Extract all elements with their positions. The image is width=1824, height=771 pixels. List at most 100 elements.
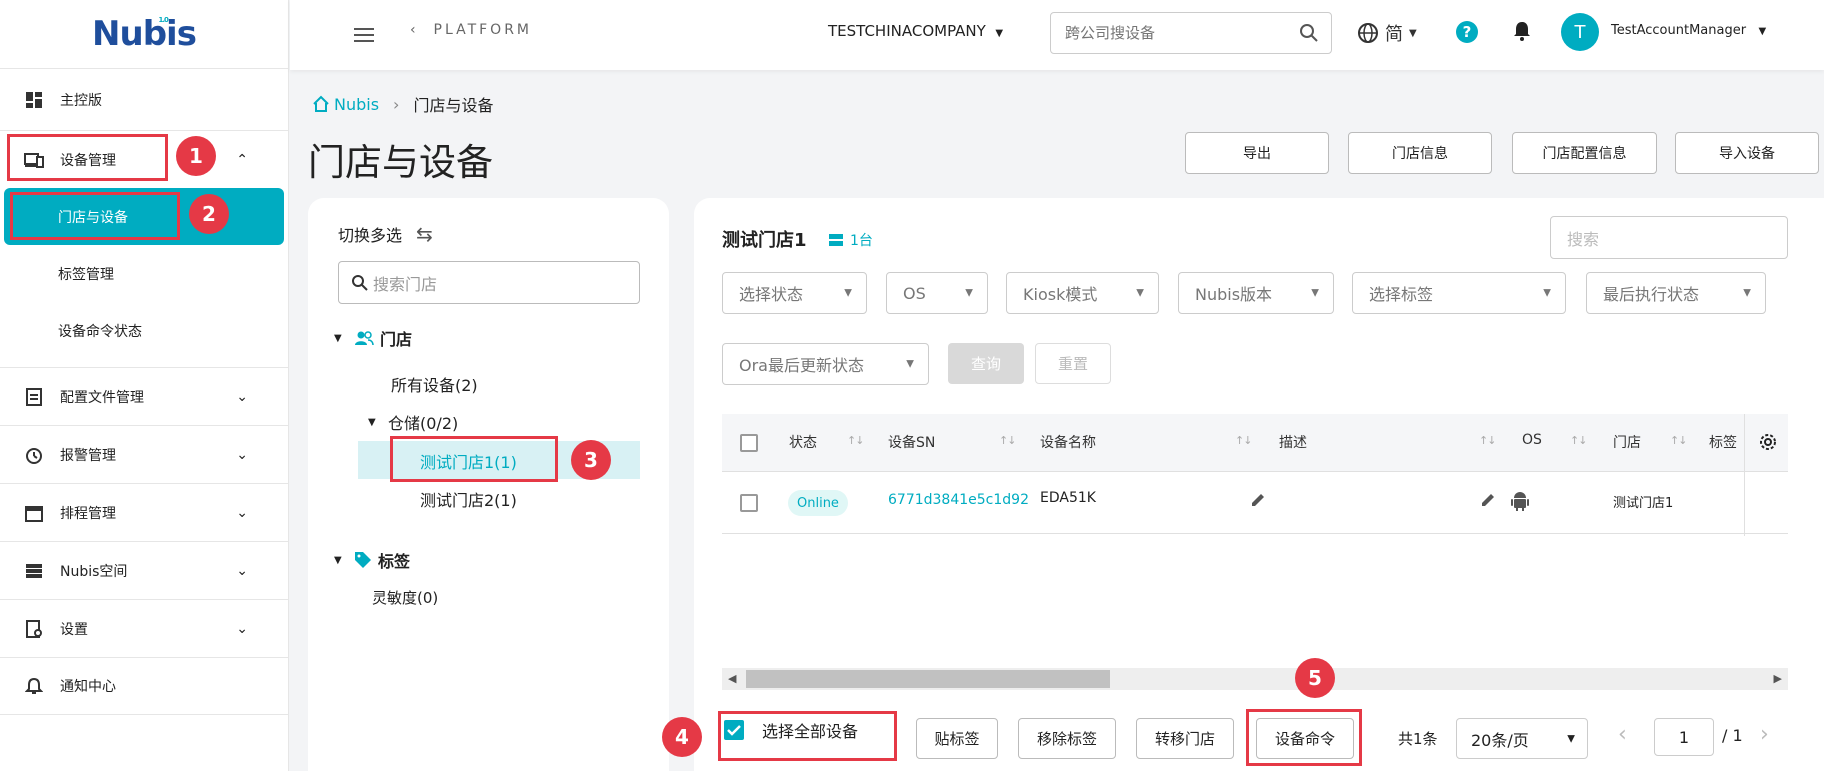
edit-description-pencil-icon[interactable] — [1480, 492, 1496, 512]
column-header-name[interactable]: 设备名称 — [1040, 432, 1096, 452]
prev-page-icon[interactable]: ‹ — [1618, 722, 1627, 747]
reset-button[interactable]: 重置 — [1035, 343, 1111, 384]
storage-icon — [24, 561, 44, 581]
column-header-store[interactable]: 门店 — [1613, 432, 1641, 452]
query-button[interactable]: 查询 — [948, 343, 1024, 384]
user-menu[interactable]: TestAccountManager ▼ — [1611, 23, 1766, 38]
sidebar-item-settings[interactable]: 设置 ⌄ — [0, 599, 288, 657]
sort-icon[interactable]: ↑↓ — [847, 434, 864, 447]
transfer-store-button[interactable]: 转移门店 — [1136, 718, 1234, 759]
column-header-os[interactable]: OS — [1522, 432, 1542, 448]
column-header-sn[interactable]: 设备SN — [888, 432, 935, 452]
tree-node-store2[interactable]: 测试门店2(1) — [420, 487, 517, 511]
scroll-left-arrow-icon[interactable]: ◀ — [728, 672, 736, 685]
filter-os[interactable]: OS ▼ — [886, 272, 988, 314]
sidebar-item-label: 排程管理 — [60, 505, 116, 522]
store-title: 测试门店1 — [722, 230, 807, 251]
chevron-left-icon: ‹ — [410, 22, 419, 38]
device-list-icon — [829, 234, 843, 246]
search-icon — [352, 274, 368, 291]
filter-nubis-version[interactable]: Nubis版本 ▼ — [1178, 272, 1334, 314]
edit-name-pencil-icon[interactable] — [1250, 492, 1266, 512]
nubis-logo[interactable]: Nubis 1.0 — [0, 0, 288, 68]
menu-icon[interactable] — [354, 24, 374, 46]
column-header-tags[interactable]: 标签 — [1709, 432, 1737, 452]
sidebar-item-notifications[interactable]: 通知中心 — [0, 657, 288, 715]
bell-icon — [24, 676, 44, 696]
callout-badge-2: 2 — [189, 194, 229, 234]
page-total: / 1 — [1722, 726, 1743, 745]
page-size-label: 20条/页 — [1471, 730, 1529, 750]
next-page-icon[interactable]: › — [1760, 722, 1769, 747]
notification-bell-icon[interactable] — [1512, 20, 1532, 46]
filter-kiosk-mode[interactable]: Kiosk模式 ▼ — [1006, 272, 1159, 314]
caret-down-icon: ▼ — [1136, 287, 1144, 299]
sort-icon[interactable]: ↑↓ — [1570, 434, 1587, 447]
sort-icon[interactable]: ↑↓ — [1670, 434, 1687, 447]
page-number-input[interactable]: 1 — [1654, 718, 1714, 756]
tree-node-tags[interactable]: ▼ 标签 — [334, 548, 410, 572]
filter-status[interactable]: 选择状态 ▼ — [722, 272, 867, 314]
store-config-info-button[interactable]: 门店配置信息 — [1512, 132, 1657, 174]
sidebar-subitem-command-status[interactable]: 设备命令状态 — [0, 302, 288, 359]
brand-version: 1.0 — [158, 16, 169, 24]
platform-back-link[interactable]: ‹ PLATFORM — [410, 22, 532, 38]
sidebar-item-alarm[interactable]: 报警管理 ⌄ — [0, 425, 288, 483]
column-header-description[interactable]: 描述 — [1279, 432, 1307, 452]
callout-box-5 — [1246, 709, 1362, 766]
export-button[interactable]: 导出 — [1185, 132, 1329, 174]
sidebar-item-dashboard[interactable]: 主控版 — [0, 68, 288, 130]
sort-icon[interactable]: ↑↓ — [999, 434, 1016, 447]
tree-node-stores[interactable]: ▼ 门店 — [334, 326, 412, 350]
sort-icon[interactable]: ↑↓ — [1479, 434, 1496, 447]
search-icon[interactable] — [1299, 23, 1319, 47]
sort-icon[interactable]: ↑↓ — [1235, 434, 1252, 447]
sidebar-item-config-files[interactable]: 配置文件管理 ⌄ — [0, 367, 288, 425]
company-selector[interactable]: TESTCHINACOMPANY ▼ — [828, 22, 1003, 40]
filter-ora-update-status[interactable]: Ora最后更新状态 ▼ — [722, 343, 929, 385]
caret-down-icon: ▼ — [1409, 27, 1417, 39]
select-all-rows-checkbox[interactable] — [740, 434, 758, 452]
switch-multiselect[interactable]: 切换多选 ⇆ — [338, 222, 433, 246]
column-settings-gear-icon[interactable] — [1758, 432, 1778, 456]
horizontal-scrollbar[interactable]: ◀ ▶ — [722, 668, 1788, 690]
caret-down-icon: ▼ — [965, 287, 973, 299]
tree-warehouse-label: 仓储(0/2) — [388, 414, 459, 433]
avatar[interactable]: T — [1561, 13, 1599, 51]
table-row[interactable]: Online 6771d3841e5c1d92 EDA51K 测试门店1 — [722, 472, 1788, 534]
scroll-right-arrow-icon[interactable]: ▶ — [1774, 672, 1782, 685]
sidebar-subitem-tag-management[interactable]: 标签管理 — [0, 245, 288, 302]
row-checkbox[interactable] — [740, 494, 758, 512]
filter-kiosk-label: Kiosk模式 — [1023, 285, 1098, 304]
language-selector[interactable]: 简 ▼ — [1357, 20, 1417, 46]
breadcrumb: Nubis › 门店与设备 — [312, 92, 493, 116]
sidebar-item-schedule[interactable]: 排程管理 ⌄ — [0, 483, 288, 541]
import-devices-button[interactable]: 导入设备 — [1675, 132, 1819, 174]
filter-last-execution-status[interactable]: 最后执行状态 ▼ — [1586, 272, 1766, 314]
device-search-input[interactable]: 搜索 — [1550, 216, 1788, 259]
page-size-select[interactable]: 20条/页 ▼ — [1456, 718, 1588, 759]
column-header-status[interactable]: 状态 — [789, 432, 817, 452]
global-search-input[interactable] — [1051, 13, 1281, 53]
store-info-button[interactable]: 门店信息 — [1348, 132, 1492, 174]
callout-box-4 — [718, 711, 897, 761]
help-icon[interactable]: ? — [1456, 21, 1478, 43]
brand-name: Nubis — [92, 14, 197, 54]
filter-tags[interactable]: 选择标签 ▼ — [1352, 272, 1566, 314]
breadcrumb-home-label: Nubis — [334, 94, 380, 114]
sidebar: Nubis 1.0 主控版 设备管理 ⌃ 门店与设备 标签管理 设备命令状态 配置… — [0, 0, 289, 771]
device-sn-link[interactable]: 6771d3841e5c1d92 — [888, 492, 1029, 508]
device-table: 状态 ↑↓ 设备SN ↑↓ 设备名称 ↑↓ 描述 ↑↓ OS ↑↓ 门店 ↑↓ … — [722, 414, 1788, 536]
breadcrumb-home[interactable]: Nubis — [312, 95, 379, 114]
tree-node-warehouse[interactable]: ▼ 仓储(0/2) — [368, 410, 458, 434]
chevron-down-icon: ⌄ — [236, 446, 248, 463]
sidebar-item-nubis-space[interactable]: Nubis空间 ⌄ — [0, 541, 288, 599]
scrollbar-thumb[interactable] — [746, 670, 1110, 688]
tree-node-all-devices[interactable]: 所有设备(2) — [391, 372, 478, 396]
topbar: ‹ PLATFORM TESTCHINACOMPANY ▼ 简 ▼ ? T Te… — [290, 0, 1824, 70]
remove-tag-button[interactable]: 移除标签 — [1018, 718, 1116, 759]
store-device-count: 1台 — [828, 230, 873, 250]
store-search-input[interactable]: 搜索门店 — [338, 261, 640, 304]
attach-tag-button[interactable]: 贴标签 — [916, 718, 998, 759]
tree-node-tag-sensitivity[interactable]: 灵敏度(0) — [372, 587, 438, 608]
